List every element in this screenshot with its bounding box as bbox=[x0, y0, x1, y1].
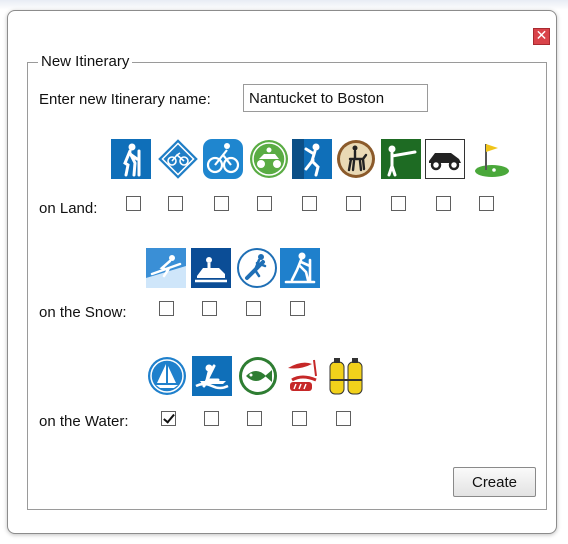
atv-icon bbox=[249, 139, 289, 179]
itinerary-name-input[interactable] bbox=[243, 84, 428, 112]
water-checkbox-surfing[interactable] bbox=[292, 411, 307, 426]
mountain-biking-icon bbox=[203, 139, 243, 179]
off-road-vehicle-icon bbox=[425, 139, 465, 179]
water-label: on the Water: bbox=[39, 413, 129, 430]
create-button[interactable]: Create bbox=[453, 467, 536, 497]
cycling-icon bbox=[158, 139, 198, 179]
fishing-icon bbox=[238, 356, 278, 396]
land-checkbox-off-road[interactable] bbox=[436, 196, 451, 211]
land-checkbox-atv[interactable] bbox=[257, 196, 272, 211]
snow-checkbox-skiing[interactable] bbox=[159, 301, 174, 316]
sailing-icon bbox=[147, 356, 187, 396]
scuba-diving-icon bbox=[326, 356, 366, 396]
snow-checkbox-snowboarding[interactable] bbox=[246, 301, 261, 316]
snowmobile-icon bbox=[191, 248, 231, 288]
water-checkbox-fishing[interactable] bbox=[247, 411, 262, 426]
land-checkbox-golf[interactable] bbox=[479, 196, 494, 211]
water-checkbox-scuba[interactable] bbox=[336, 411, 351, 426]
snow-label: on the Snow: bbox=[39, 304, 127, 321]
land-checkbox-hiking[interactable] bbox=[126, 196, 141, 211]
surfing-icon bbox=[282, 356, 322, 396]
land-checkbox-horseback[interactable] bbox=[346, 196, 361, 211]
land-checkbox-hunting[interactable] bbox=[391, 196, 406, 211]
snow-checkbox-snowmobile[interactable] bbox=[202, 301, 217, 316]
golf-icon bbox=[470, 139, 510, 179]
close-button[interactable]: ✕ bbox=[533, 28, 550, 45]
land-checkbox-climbing[interactable] bbox=[302, 196, 317, 211]
land-label: on Land: bbox=[39, 200, 98, 217]
horseback-riding-icon bbox=[336, 139, 376, 179]
hunting-icon bbox=[381, 139, 421, 179]
close-icon: ✕ bbox=[535, 28, 548, 44]
water-checkbox-rafting[interactable] bbox=[204, 411, 219, 426]
hiking-icon bbox=[111, 139, 151, 179]
water-checkbox-sailing[interactable] bbox=[161, 411, 176, 426]
rafting-icon bbox=[192, 356, 232, 396]
skiing-icon bbox=[146, 248, 186, 288]
snow-checkbox-cross-country[interactable] bbox=[290, 301, 305, 316]
land-checkbox-cycling[interactable] bbox=[168, 196, 183, 211]
backdrop bbox=[0, 0, 568, 10]
fieldset-legend: New Itinerary bbox=[38, 53, 133, 71]
land-checkbox-mountain-biking[interactable] bbox=[214, 196, 229, 211]
itinerary-name-label: Enter new Itinerary name: bbox=[39, 91, 211, 108]
climbing-icon bbox=[292, 139, 332, 179]
snowboarding-icon bbox=[237, 248, 277, 288]
cross-country-skiing-icon bbox=[280, 248, 320, 288]
